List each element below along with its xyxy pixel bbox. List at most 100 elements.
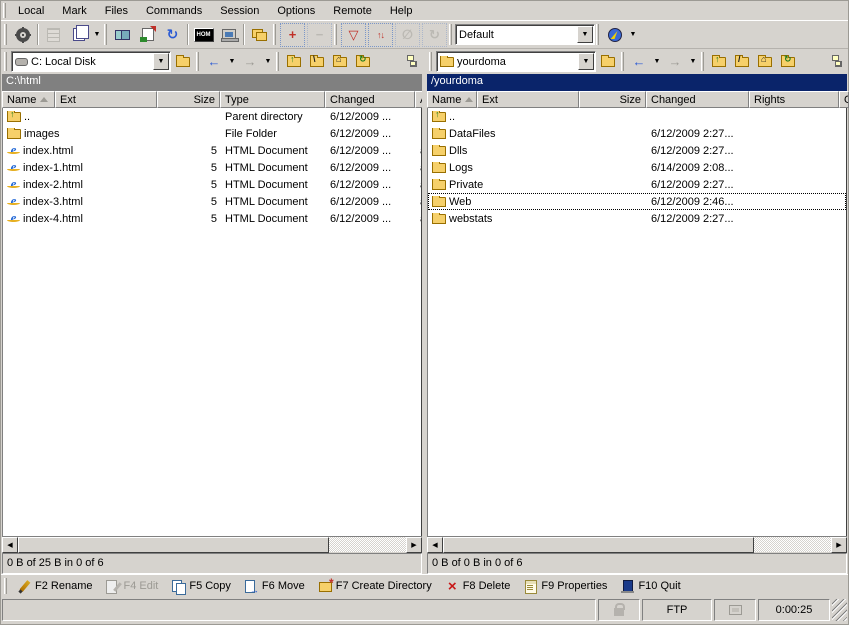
local-scrollbar-thumb[interactable] <box>18 537 329 553</box>
menu-commands[interactable]: Commands <box>137 3 211 19</box>
local-root-directory-button[interactable]: \ <box>306 51 328 73</box>
local-header-name[interactable]: Name <box>2 91 55 108</box>
f7-create-directory-button[interactable]: F7 Create Directory <box>313 577 438 596</box>
f8-delete-button[interactable]: ×F8 Delete <box>440 577 517 596</box>
open-session-button[interactable] <box>216 23 241 47</box>
file-row-webstats[interactable]: webstats6/12/2009 2:27... <box>428 210 846 227</box>
file-row--[interactable]: ↑.. <box>428 108 846 125</box>
remote-header-name[interactable]: Name <box>427 91 477 108</box>
remote-tree-button[interactable] <box>824 51 846 73</box>
queue-button[interactable] <box>66 23 91 47</box>
menu-mark[interactable]: Mark <box>53 3 95 19</box>
file-row-index-3-html[interactable]: eindex-3.html5HTML Document6/12/2009 ...… <box>3 193 421 210</box>
local-path-bar[interactable]: C:\html <box>2 74 422 91</box>
remote-header-ext[interactable]: Ext <box>477 91 579 108</box>
local-parent-directory-button[interactable]: ↑ <box>283 51 305 73</box>
toolbar-gripper-5[interactable] <box>449 24 452 45</box>
session-combo[interactable]: Default ▼ <box>455 24 595 45</box>
f6-move-button[interactable]: F6 Move <box>239 577 311 596</box>
scroll-left-icon[interactable]: ◀ <box>2 537 18 553</box>
drive-combo[interactable]: C: Local Disk ▼ <box>11 51 171 72</box>
toolbar-gripper-2[interactable] <box>104 24 107 45</box>
remote-horizontal-scrollbar[interactable]: ◀ ▶ <box>427 536 847 552</box>
remote-back-button[interactable]: ← <box>628 51 650 73</box>
chevron-down-icon[interactable]: ▼ <box>577 26 593 43</box>
menu-local[interactable]: Local <box>9 3 53 19</box>
file-row-Private[interactable]: Private6/12/2009 2:27... <box>428 176 846 193</box>
compare-button[interactable] <box>135 23 160 47</box>
toolbar-gripper-3[interactable] <box>273 24 276 45</box>
remote-scrollbar-thumb[interactable] <box>443 537 754 553</box>
chevron-down-icon[interactable]: ▼ <box>578 53 594 70</box>
sort-button[interactable]: ↑↓ <box>368 23 393 47</box>
remote-file-list[interactable]: ↑..DataFiles6/12/2009 2:27...Dlls6/12/20… <box>427 108 847 536</box>
file-row-Web[interactable]: Web6/12/2009 2:46... <box>428 193 846 210</box>
menu-session[interactable]: Session <box>211 3 268 19</box>
file-row-DataFiles[interactable]: DataFiles6/12/2009 2:27... <box>428 125 846 142</box>
local-header-ext[interactable]: Ext <box>55 91 157 108</box>
console-button[interactable]: HOM <box>191 23 216 47</box>
local-header-changed[interactable]: Changed <box>325 91 415 108</box>
local-back-dropdown[interactable]: ▼ <box>226 50 238 74</box>
local-header-type[interactable]: Type <box>220 91 325 108</box>
local-tree-button[interactable] <box>399 51 421 73</box>
scroll-right-icon[interactable]: ▶ <box>406 537 422 553</box>
file-row-index-1-html[interactable]: eindex-1.html5HTML Document6/12/2009 ...… <box>3 159 421 176</box>
remote-header-rights[interactable]: Rights <box>749 91 839 108</box>
f5-copy-button[interactable]: F5 Copy <box>166 577 237 596</box>
scroll-right-icon[interactable]: ▶ <box>831 537 847 553</box>
remote-toolbar-gripper-2[interactable] <box>621 52 624 71</box>
local-toolbar-gripper-2[interactable] <box>196 52 199 71</box>
file-row-index-html[interactable]: eindex.html5HTML Document6/12/2009 ...a <box>3 142 421 159</box>
toolbar-gripper-6[interactable] <box>596 24 599 45</box>
login-button[interactable] <box>602 23 627 47</box>
f9-properties-button[interactable]: F9 Properties <box>518 577 613 596</box>
filter-button[interactable]: ▽ <box>341 23 366 47</box>
file-row-images[interactable]: imagesFile Folder6/12/2009 ... <box>3 125 421 142</box>
file-row--[interactable]: ↑..Parent directory6/12/2009 ... <box>3 108 421 125</box>
scroll-left-icon[interactable]: ◀ <box>427 537 443 553</box>
local-open-directory-button[interactable] <box>172 51 194 73</box>
remote-open-directory-button[interactable] <box>597 51 619 73</box>
local-back-button[interactable]: ← <box>203 51 225 73</box>
fnbar-gripper[interactable] <box>4 578 7 594</box>
queue-dropdown[interactable]: ▼ <box>91 23 103 47</box>
remote-header-owner[interactable]: O <box>839 91 849 108</box>
toolbar-gripper-4[interactable] <box>334 24 337 45</box>
file-row-Logs[interactable]: Logs6/14/2009 2:08... <box>428 159 846 176</box>
f2-rename-button[interactable]: F2 Rename <box>12 577 98 596</box>
remote-toolbar-gripper[interactable] <box>429 52 432 71</box>
remote-directory-combo[interactable]: yourdoma ▼ <box>436 51 596 72</box>
remote-parent-directory-button[interactable]: ↑ <box>708 51 730 73</box>
chevron-down-icon[interactable]: ▼ <box>153 53 169 70</box>
menu-gripper[interactable] <box>3 3 6 18</box>
remote-path-bar[interactable]: /yourdoma <box>427 74 847 91</box>
login-dropdown[interactable]: ▼ <box>627 23 639 47</box>
select-button[interactable]: + <box>280 23 305 47</box>
preferences-button[interactable] <box>10 23 35 47</box>
local-home-directory-button[interactable]: ⌂ <box>329 51 351 73</box>
local-toolbar-gripper-3[interactable] <box>276 52 279 71</box>
refresh-button[interactable]: ↻ <box>160 23 185 47</box>
toolbar-gripper[interactable] <box>4 24 7 45</box>
remote-back-dropdown[interactable]: ▼ <box>651 50 663 74</box>
remote-refresh-button[interactable]: ↻ <box>777 51 799 73</box>
f10-quit-button[interactable]: F10 Quit <box>615 577 686 596</box>
file-row-index-4-html[interactable]: eindex-4.html5HTML Document6/12/2009 ...… <box>3 210 421 227</box>
remote-header-changed[interactable]: Changed <box>646 91 749 108</box>
synchronize-browsing-button[interactable] <box>247 23 272 47</box>
file-row-index-2-html[interactable]: eindex-2.html5HTML Document6/12/2009 ...… <box>3 176 421 193</box>
menu-options[interactable]: Options <box>268 3 324 19</box>
menu-remote[interactable]: Remote <box>324 3 381 19</box>
remote-header-size[interactable]: Size <box>579 91 646 108</box>
menu-files[interactable]: Files <box>96 3 137 19</box>
remote-root-directory-button[interactable]: / <box>731 51 753 73</box>
local-horizontal-scrollbar[interactable]: ◀ ▶ <box>2 536 422 552</box>
local-refresh-button[interactable]: ↻ <box>352 51 374 73</box>
local-header-size[interactable]: Size <box>157 91 220 108</box>
synchronize-button[interactable] <box>110 23 135 47</box>
remote-home-directory-button[interactable]: ⌂ <box>754 51 776 73</box>
resize-grip[interactable] <box>832 599 847 621</box>
remote-toolbar-gripper-3[interactable] <box>701 52 704 71</box>
local-file-list[interactable]: ↑..Parent directory6/12/2009 ...imagesFi… <box>2 108 422 536</box>
